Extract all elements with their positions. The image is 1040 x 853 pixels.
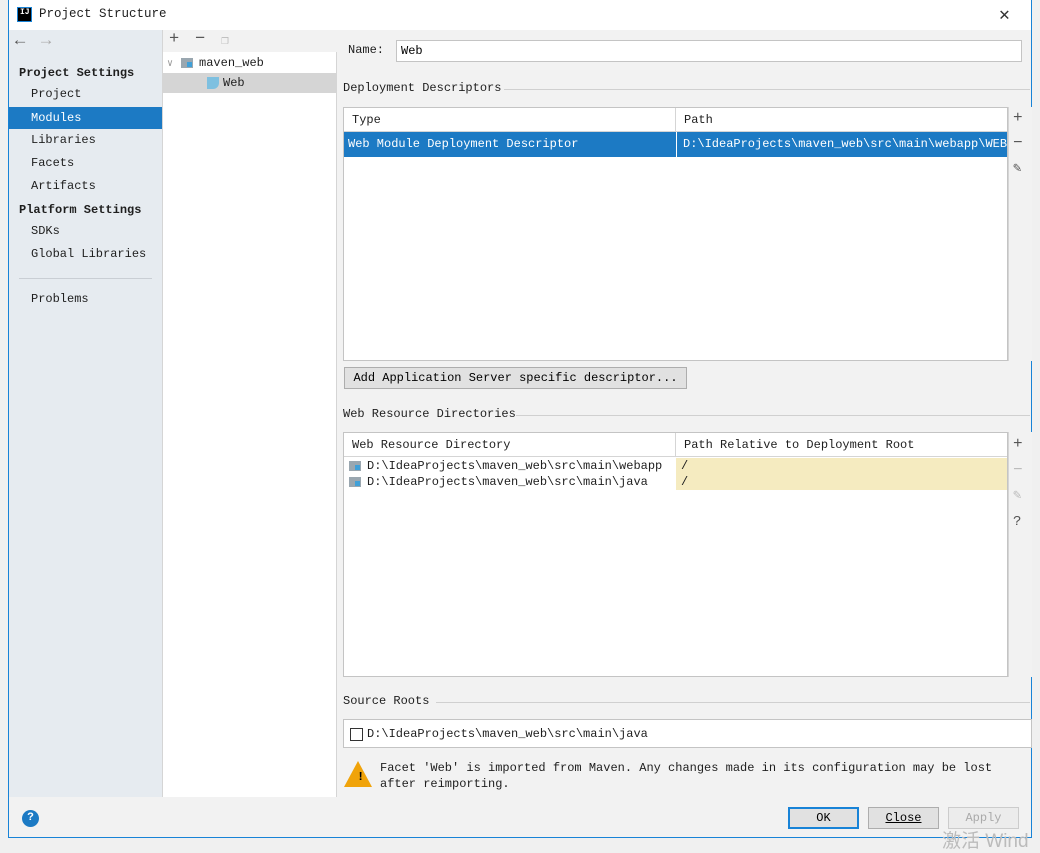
- divider: [516, 415, 1030, 416]
- descriptor-toolbar: + − ✎: [1008, 107, 1032, 361]
- add-icon[interactable]: +: [1013, 109, 1023, 127]
- add-icon[interactable]: +: [169, 30, 179, 49]
- sidebar-item-libraries[interactable]: Libraries: [9, 129, 162, 151]
- column-header-type[interactable]: Type: [344, 108, 676, 132]
- remove-icon[interactable]: −: [195, 30, 205, 49]
- window-title: Project Structure: [39, 7, 167, 21]
- facet-settings-panel: Name: Deployment Descriptors Type Path W…: [338, 30, 1032, 797]
- close-button[interactable]: Close: [868, 807, 939, 829]
- remove-icon[interactable]: −: [1013, 461, 1023, 479]
- edit-pencil-icon[interactable]: ✎: [1013, 487, 1021, 504]
- back-arrow-icon[interactable]: ←: [15, 32, 25, 51]
- source-root-path: D:\IdeaProjects\maven_web\src\main\java: [367, 727, 648, 741]
- tree-item-maven-web[interactable]: ∨ maven_web: [163, 53, 337, 73]
- intellij-app-icon: IJ: [17, 7, 32, 22]
- tree-item-web[interactable]: Web: [163, 73, 337, 93]
- add-server-descriptor-button[interactable]: Add Application Server specific descript…: [344, 367, 687, 389]
- descriptor-type: Web Module Deployment Descriptor: [348, 137, 579, 151]
- title-bar: IJ Project Structure ✕: [9, 0, 1031, 30]
- web-resource-table: Web Resource Directory Path Relative to …: [343, 432, 1008, 677]
- sidebar-item-artifacts[interactable]: Artifacts: [9, 175, 162, 197]
- name-label: Name:: [348, 43, 385, 57]
- resource-toolbar: + − ✎ ?: [1008, 432, 1032, 677]
- sidebar-item-project[interactable]: Project: [9, 83, 162, 105]
- web-facet-icon: [207, 76, 219, 89]
- deployment-descriptors-table: Type Path Web Module Deployment Descript…: [343, 107, 1008, 361]
- sidebar-item-modules[interactable]: Modules: [9, 107, 162, 129]
- project-structure-dialog: IJ Project Structure ✕ ← → Project Setti…: [8, 0, 1032, 838]
- sidebar-divider: [19, 278, 152, 279]
- table-row[interactable]: Web Module Deployment Descriptor D:\Idea…: [344, 132, 1007, 157]
- source-root-checkbox[interactable]: [350, 728, 363, 741]
- tree-toolbar: + − ❐: [163, 30, 337, 52]
- divider: [504, 89, 1030, 90]
- platform-settings-heading: Platform Settings: [19, 203, 142, 217]
- edit-pencil-icon[interactable]: ✎: [1013, 160, 1021, 177]
- sidebar-item-facets[interactable]: Facets: [9, 152, 162, 174]
- ok-button[interactable]: OK: [788, 807, 859, 829]
- folder-icon: [349, 476, 361, 487]
- remove-icon[interactable]: −: [1013, 134, 1023, 152]
- divider: [436, 702, 1030, 703]
- name-input[interactable]: [396, 40, 1022, 62]
- module-tree-panel: + − ❐ ∨ maven_web Web: [162, 30, 337, 797]
- web-resource-directories-heading: Web Resource Directories: [343, 407, 516, 421]
- column-header-path[interactable]: Path: [676, 108, 1007, 132]
- sidebar-item-problems[interactable]: Problems: [9, 288, 162, 310]
- help-question-icon[interactable]: ?: [1013, 514, 1021, 530]
- help-button[interactable]: ?: [22, 810, 39, 827]
- tree-item-label: maven_web: [199, 56, 264, 70]
- resource-dir: D:\IdeaProjects\maven_web\src\main\java: [367, 475, 648, 489]
- chevron-down-icon[interactable]: ∨: [167, 59, 173, 70]
- table-row[interactable]: D:\IdeaProjects\maven_web\src\main\java …: [344, 474, 1007, 490]
- maven-import-warning: Facet 'Web' is imported from Maven. Any …: [380, 761, 993, 791]
- project-settings-heading: Project Settings: [19, 66, 135, 80]
- resource-dir: D:\IdeaProjects\maven_web\src\main\webap…: [367, 459, 663, 473]
- relative-path: /: [676, 458, 1007, 474]
- tree-item-label: Web: [223, 76, 245, 90]
- deployment-descriptors-heading: Deployment Descriptors: [343, 81, 502, 95]
- add-icon[interactable]: +: [1013, 435, 1023, 453]
- sidebar: ← → Project Settings Project Modules Lib…: [9, 30, 162, 797]
- relative-path: /: [676, 474, 1007, 490]
- table-row[interactable]: D:\IdeaProjects\maven_web\src\main\webap…: [344, 458, 1007, 474]
- folder-icon: [349, 460, 361, 471]
- column-header-directory[interactable]: Web Resource Directory: [344, 433, 676, 457]
- copy-icon[interactable]: ❐: [221, 33, 229, 48]
- close-window-icon[interactable]: ✕: [999, 4, 1010, 26]
- forward-arrow-icon[interactable]: →: [41, 32, 51, 51]
- module-folder-icon: [181, 57, 194, 68]
- column-header-relative-path[interactable]: Path Relative to Deployment Root: [676, 433, 1007, 457]
- windows-activation-watermark: 激活 Wind: [942, 831, 1029, 852]
- source-roots-list: D:\IdeaProjects\maven_web\src\main\java: [343, 719, 1032, 748]
- sidebar-item-sdks[interactable]: SDKs: [9, 220, 162, 242]
- descriptor-path: D:\IdeaProjects\maven_web\src\main\webap…: [676, 132, 1007, 157]
- source-roots-heading: Source Roots: [343, 694, 430, 708]
- sidebar-item-global-libraries[interactable]: Global Libraries: [9, 243, 162, 265]
